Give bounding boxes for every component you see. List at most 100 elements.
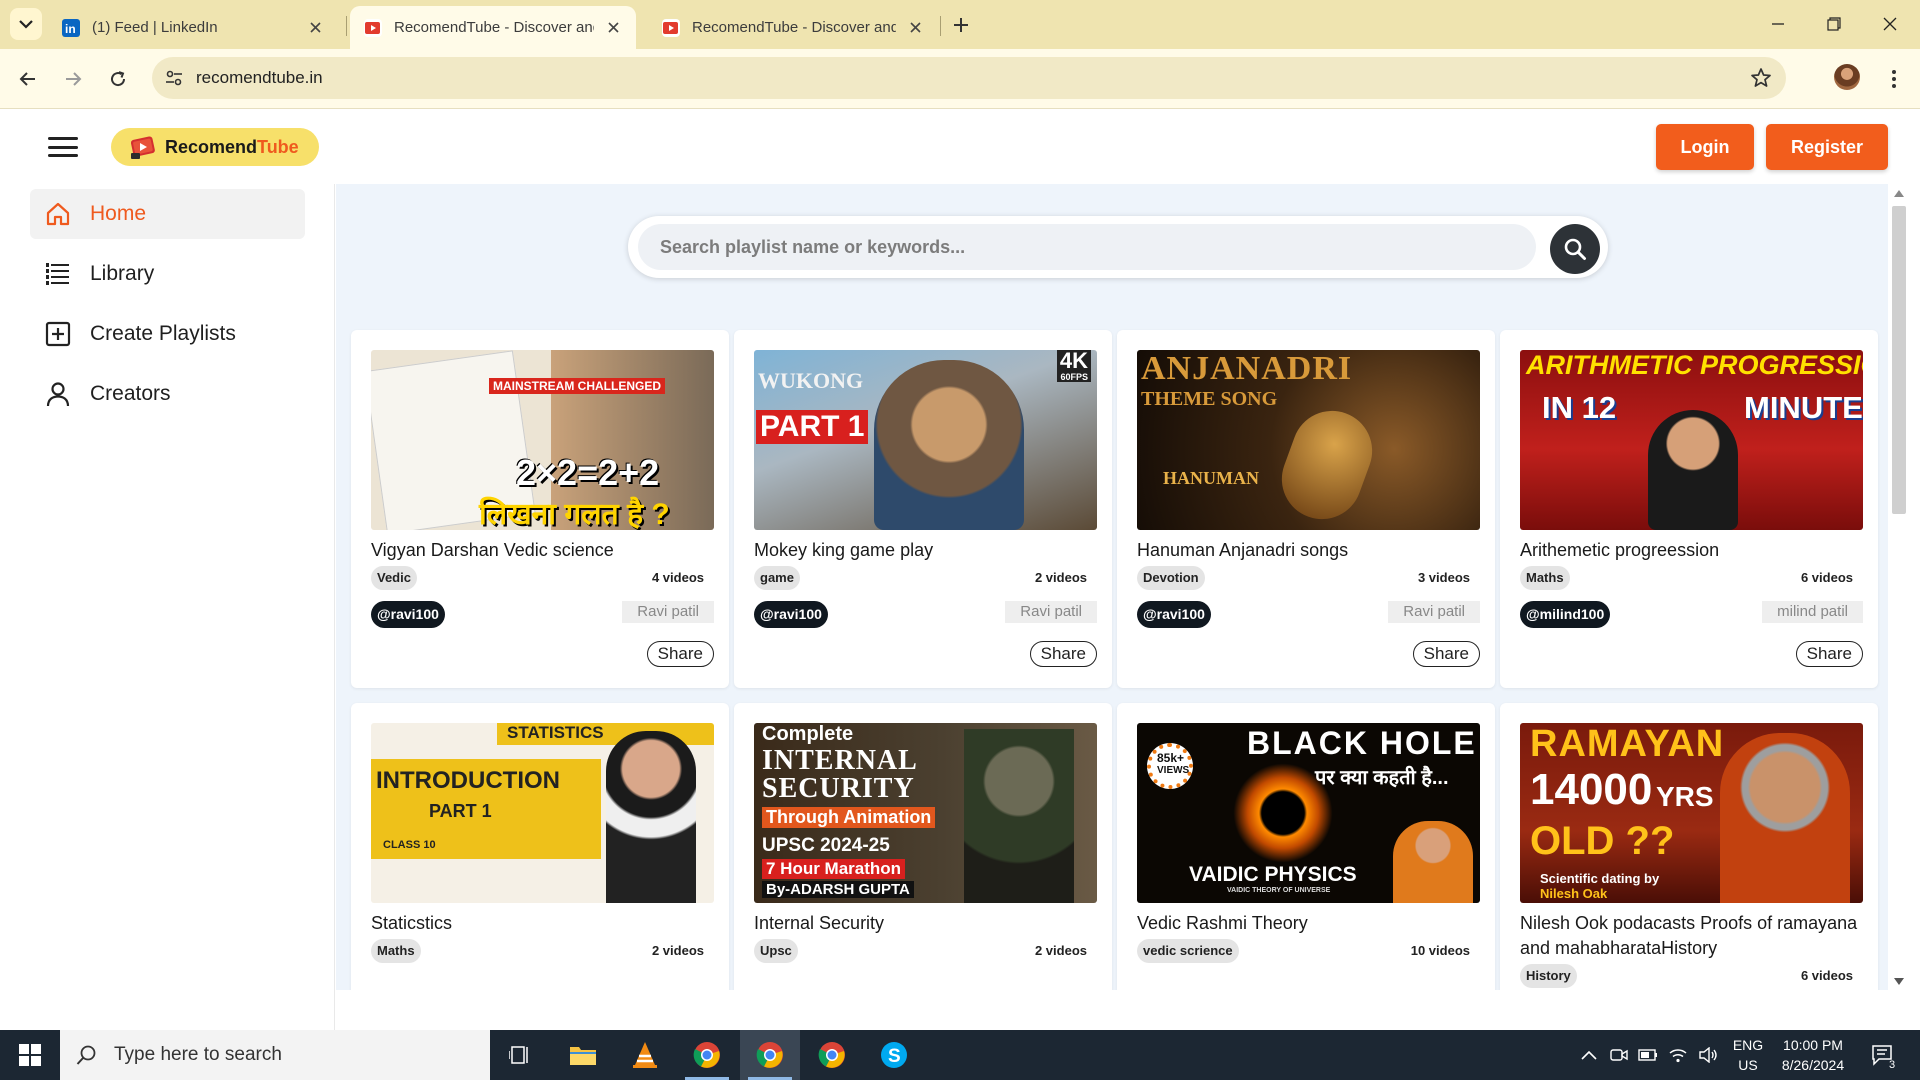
thumb-text: HANUMAN	[1163, 468, 1259, 488]
taskbar-search-box[interactable]: Type here to search	[60, 1030, 490, 1080]
register-button[interactable]: Register	[1766, 124, 1888, 170]
clock-time[interactable]: 10:00 PM	[1768, 1035, 1858, 1055]
playlist-card[interactable]: MAINSTREAM CHALLENGED 2×2=2+2 लिखना गलत …	[351, 330, 729, 688]
sidebar-item-creators[interactable]: Creators	[30, 369, 305, 419]
tab-recomendtube[interactable]: RecomendTube - Discover and	[648, 6, 938, 49]
clock-date[interactable]: 8/26/2024	[1768, 1055, 1858, 1075]
taskbar-chrome-profile[interactable]	[740, 1030, 800, 1080]
search-input[interactable]	[638, 224, 1536, 270]
share-button[interactable]: Share	[1029, 641, 1097, 667]
sidebar-item-label: Library	[90, 262, 155, 285]
reload-button[interactable]	[104, 65, 132, 93]
close-window-button[interactable]	[1878, 12, 1902, 36]
taskbar-file-explorer[interactable]	[553, 1030, 613, 1080]
playlist-thumbnail[interactable]: RAMAYAN 14000 YRS OLD ?? Scientific dati…	[1520, 723, 1863, 903]
playlist-thumbnail[interactable]: ANJANADRI THEME SONG HANUMAN	[1137, 350, 1480, 530]
volume-icon[interactable]	[1698, 1045, 1718, 1065]
svg-text:in: in	[65, 22, 76, 36]
playlist-card[interactable]: BLACK HOLE पर क्या कहती है... 85k+ VIEWS…	[1117, 703, 1495, 990]
thumb-text: RAMAYAN	[1530, 723, 1725, 765]
category-badge: Upsc	[754, 939, 798, 963]
creator-handle[interactable]: @ravi100	[754, 601, 828, 628]
language-region[interactable]: US	[1730, 1055, 1766, 1075]
battery-icon[interactable]	[1638, 1045, 1658, 1065]
bookmark-star-icon[interactable]	[1750, 67, 1772, 89]
playlist-thumbnail[interactable]: ARITHMETIC PROGRESSIONS IN 12 MINUTES	[1520, 350, 1863, 530]
sidebar-item-label: Creators	[90, 382, 171, 405]
scroll-up-icon[interactable]	[1893, 188, 1905, 198]
taskbar-skype[interactable]: S	[864, 1030, 924, 1080]
creator-handle[interactable]: @ravi100	[1137, 601, 1211, 628]
wifi-icon[interactable]	[1668, 1045, 1688, 1065]
close-icon	[1883, 17, 1897, 31]
playlist-title[interactable]: Nilesh Ook podacasts Proofs of ramayana …	[1520, 911, 1863, 961]
playlist-title[interactable]: Internal Security	[754, 911, 1097, 936]
playlist-title[interactable]: Vigyan Darshan Vedic science	[371, 538, 714, 563]
playlist-card[interactable]: RAMAYAN 14000 YRS OLD ?? Scientific dati…	[1500, 703, 1878, 990]
playlist-card[interactable]: ARITHMETIC PROGRESSIONS IN 12 MINUTES Ar…	[1500, 330, 1878, 688]
taskbar-chrome-2[interactable]	[802, 1030, 862, 1080]
home-icon	[44, 200, 72, 228]
close-icon[interactable]	[306, 19, 324, 37]
playlist-thumbnail[interactable]: WUKONG PART 1 4K 60FPS	[754, 350, 1097, 530]
share-button[interactable]: Share	[1795, 641, 1863, 667]
close-icon[interactable]	[604, 19, 622, 37]
tab-search-button[interactable]	[10, 8, 42, 40]
task-view-button[interactable]	[490, 1030, 550, 1080]
video-count: 4 videos	[651, 570, 704, 585]
minimize-button[interactable]	[1766, 12, 1790, 36]
login-button[interactable]: Login	[1656, 124, 1754, 170]
meet-now-icon[interactable]	[1609, 1045, 1629, 1065]
browser-menu-button[interactable]	[1884, 65, 1904, 93]
playlist-card[interactable]: STATISTICS INTRODUCTION PART 1 CLASS 10 …	[351, 703, 729, 990]
library-icon	[44, 260, 72, 288]
language-indicator[interactable]: ENG	[1730, 1035, 1766, 1055]
show-hidden-icons[interactable]	[1579, 1045, 1599, 1065]
playlist-thumbnail[interactable]: Complete INTERNAL SECURITY Through Anima…	[754, 723, 1097, 903]
creator-handle[interactable]: @milind100	[1520, 601, 1611, 628]
search-icon	[1564, 238, 1586, 260]
camera-icon	[1610, 1049, 1628, 1061]
video-count: 6 videos	[1800, 570, 1853, 585]
playlist-title[interactable]: Mokey king game play	[754, 538, 1097, 563]
playlist-card[interactable]: Complete INTERNAL SECURITY Through Anima…	[734, 703, 1112, 990]
restore-button[interactable]	[1822, 12, 1846, 36]
site-settings-icon[interactable]	[164, 68, 184, 88]
taskbar-chrome[interactable]	[677, 1030, 737, 1080]
playlist-title[interactable]: Staticstics	[371, 911, 714, 936]
address-bar[interactable]: recomendtube.in	[152, 57, 1786, 99]
playlist-card[interactable]: WUKONG PART 1 4K 60FPS Mokey king game p…	[734, 330, 1112, 688]
folder-icon	[570, 1047, 596, 1065]
site-logo[interactable]: Recomend Tube	[111, 128, 319, 166]
tab-linkedin[interactable]: in (1) Feed | LinkedIn	[48, 6, 338, 49]
playlist-title[interactable]: Vedic Rashmi Theory	[1137, 911, 1480, 936]
back-button[interactable]	[14, 65, 42, 93]
start-button[interactable]	[0, 1030, 60, 1080]
scrollbar-thumb[interactable]	[1892, 206, 1906, 514]
tab-title: RecomendTube - Discover and	[692, 19, 896, 36]
tab-recomendtube-active[interactable]: RecomendTube - Discover and	[350, 6, 636, 49]
minimize-icon	[1772, 23, 1784, 25]
playlist-thumbnail[interactable]: MAINSTREAM CHALLENGED 2×2=2+2 लिखना गलत …	[371, 350, 714, 530]
playlist-card[interactable]: ANJANADRI THEME SONG HANUMAN Hanuman Anj…	[1117, 330, 1495, 688]
sidebar-item-home[interactable]: Home	[30, 189, 305, 239]
menu-icon[interactable]	[48, 134, 78, 160]
playlist-title[interactable]: Arithemetic progreession	[1520, 538, 1863, 563]
profile-avatar[interactable]	[1834, 64, 1860, 90]
sidebar-item-create-playlists[interactable]: Create Playlists	[30, 309, 305, 359]
new-tab-button[interactable]	[948, 12, 974, 38]
playlist-thumbnail[interactable]: STATISTICS INTRODUCTION PART 1 CLASS 10	[371, 723, 714, 903]
thumb-text: Nilesh Oak	[1540, 886, 1608, 901]
share-button[interactable]: Share	[1412, 641, 1480, 667]
scroll-down-icon[interactable]	[1893, 977, 1905, 987]
sidebar-item-library[interactable]: Library	[30, 249, 305, 299]
taskbar-vlc[interactable]	[615, 1030, 675, 1080]
search-button[interactable]	[1550, 224, 1600, 274]
share-button[interactable]: Share	[646, 641, 714, 667]
category-badge: Maths	[1520, 566, 1570, 590]
forward-button[interactable]	[59, 65, 87, 93]
creator-handle[interactable]: @ravi100	[371, 601, 445, 628]
playlist-title[interactable]: Hanuman Anjanadri songs	[1137, 538, 1480, 563]
close-icon[interactable]	[906, 19, 924, 37]
playlist-thumbnail[interactable]: BLACK HOLE पर क्या कहती है... 85k+ VIEWS…	[1137, 723, 1480, 903]
